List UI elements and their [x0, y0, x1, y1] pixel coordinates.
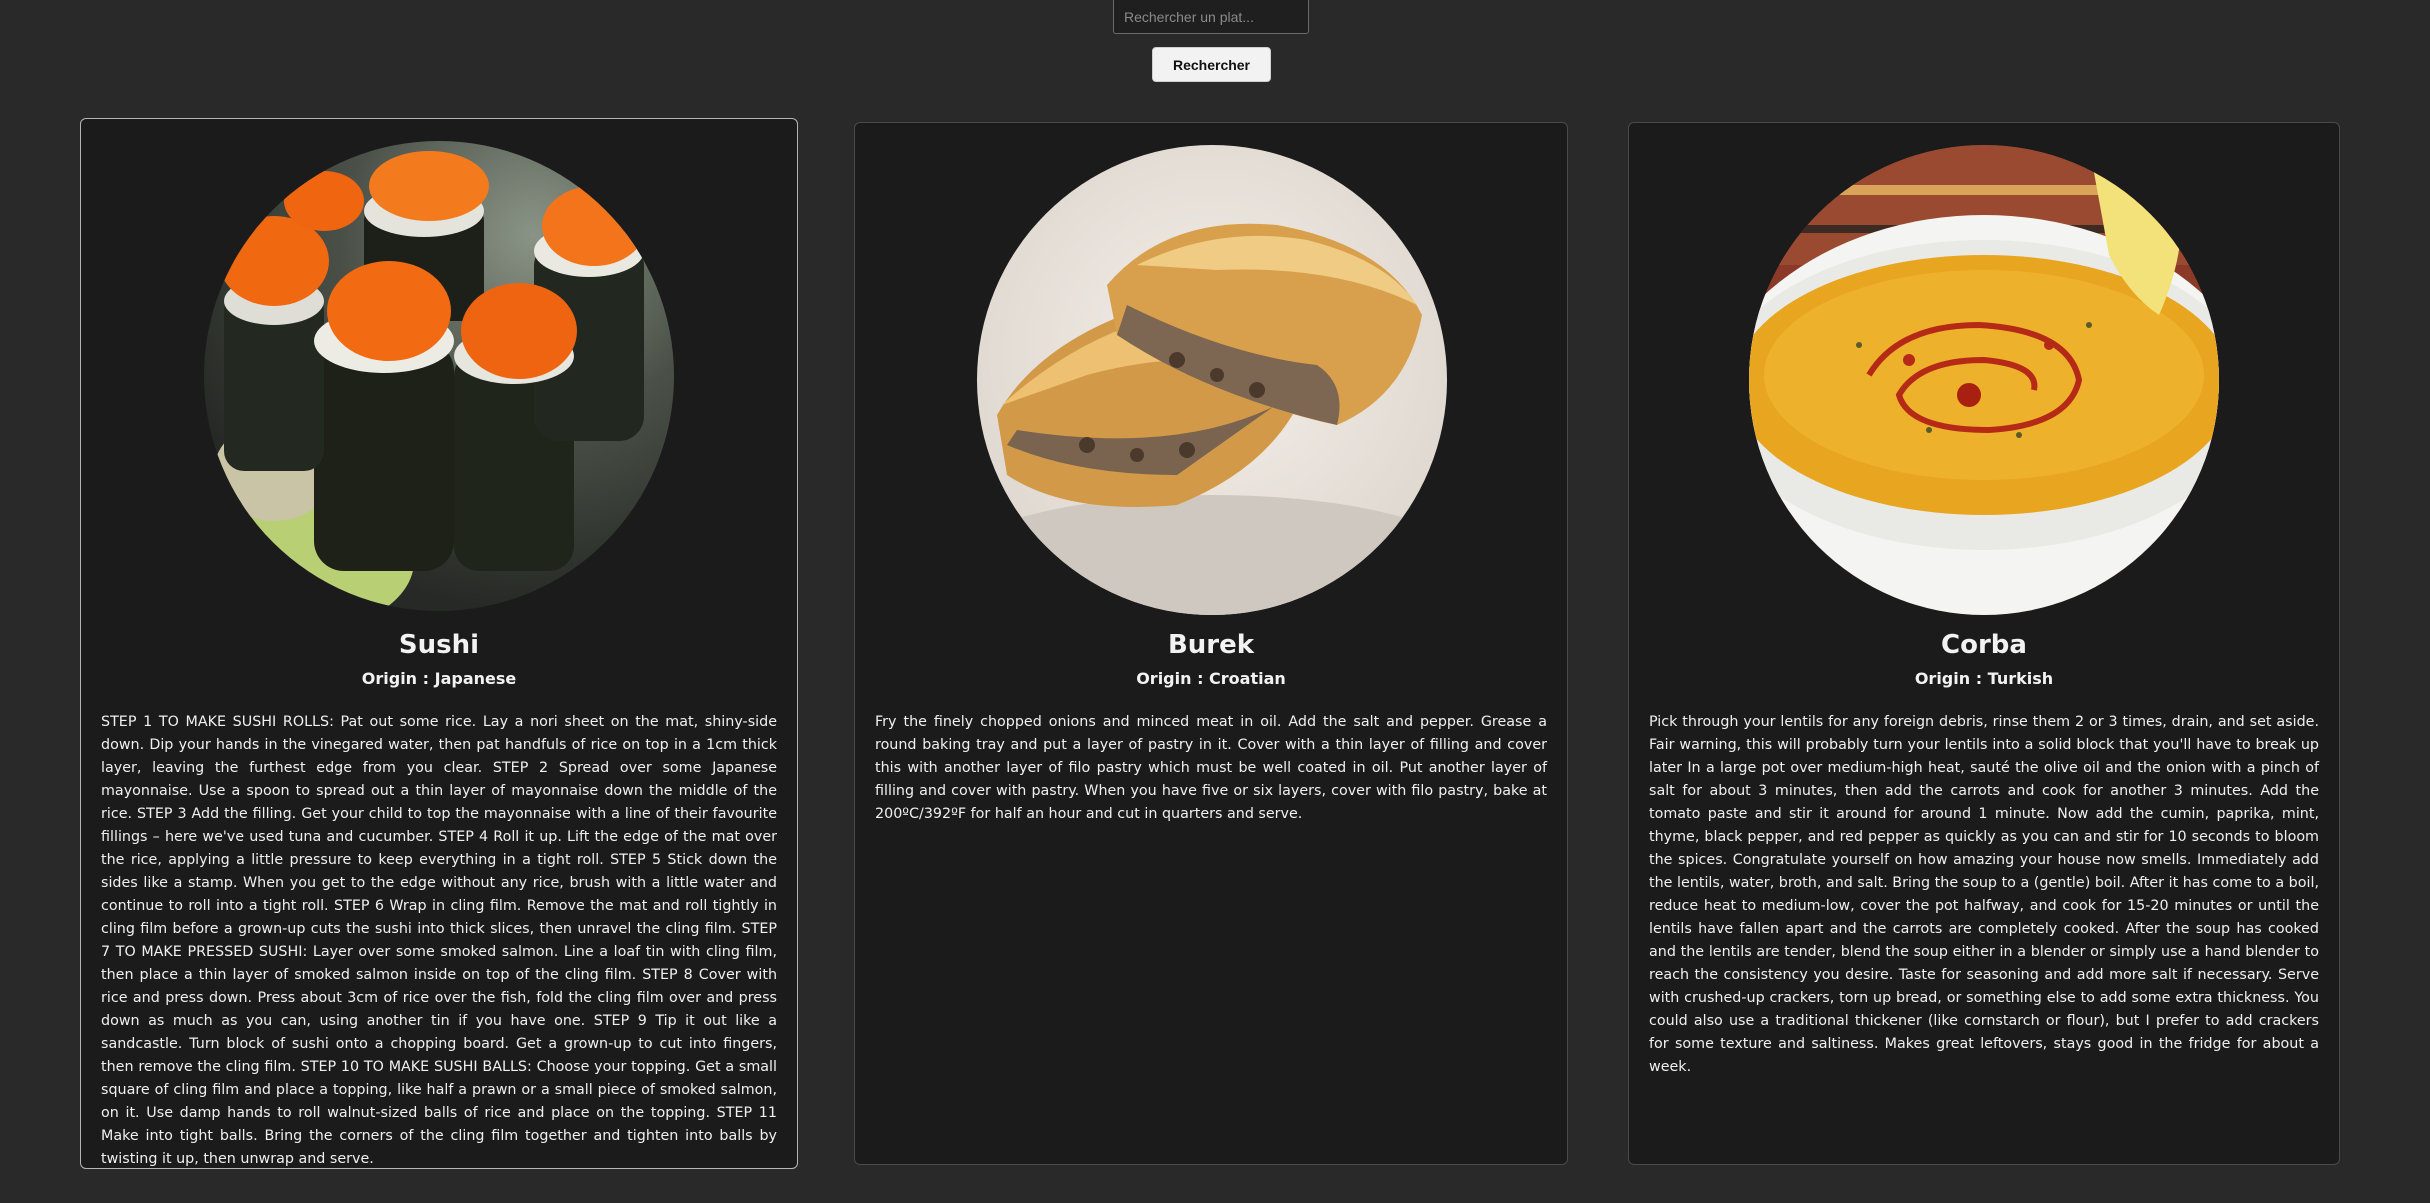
meal-title: Sushi: [398, 630, 480, 660]
search-button[interactable]: Rechercher: [1152, 47, 1271, 82]
corba-image: [1749, 145, 2219, 615]
meal-origin: Origin : Croatian: [1136, 669, 1286, 688]
burek-image: [977, 145, 1447, 615]
search-input[interactable]: [1113, 0, 1309, 34]
meal-title: Burek: [1167, 630, 1255, 660]
meal-title: Corba: [1941, 630, 2027, 660]
sushi-image: [204, 141, 674, 611]
meal-card-sushi[interactable]: Sushi Origin : Japanese STEP 1 TO MAKE S…: [80, 118, 798, 1169]
meal-card-burek[interactable]: Burek Origin : Croatian Fry the finely c…: [854, 122, 1568, 1165]
meal-origin: Origin : Japanese: [361, 669, 517, 688]
meal-instructions: Pick through your lentils for any foreig…: [1649, 714, 2319, 1075]
meal-card-corba[interactable]: Corba Origin : Turkish Pick through your…: [1628, 122, 2340, 1165]
meal-instructions: Fry the finely chopped onions and minced…: [875, 714, 1547, 822]
meal-instructions: STEP 1 TO MAKE SUSHI ROLLS: Pat out some…: [101, 714, 777, 1167]
meal-origin: Origin : Turkish: [1914, 669, 2054, 688]
